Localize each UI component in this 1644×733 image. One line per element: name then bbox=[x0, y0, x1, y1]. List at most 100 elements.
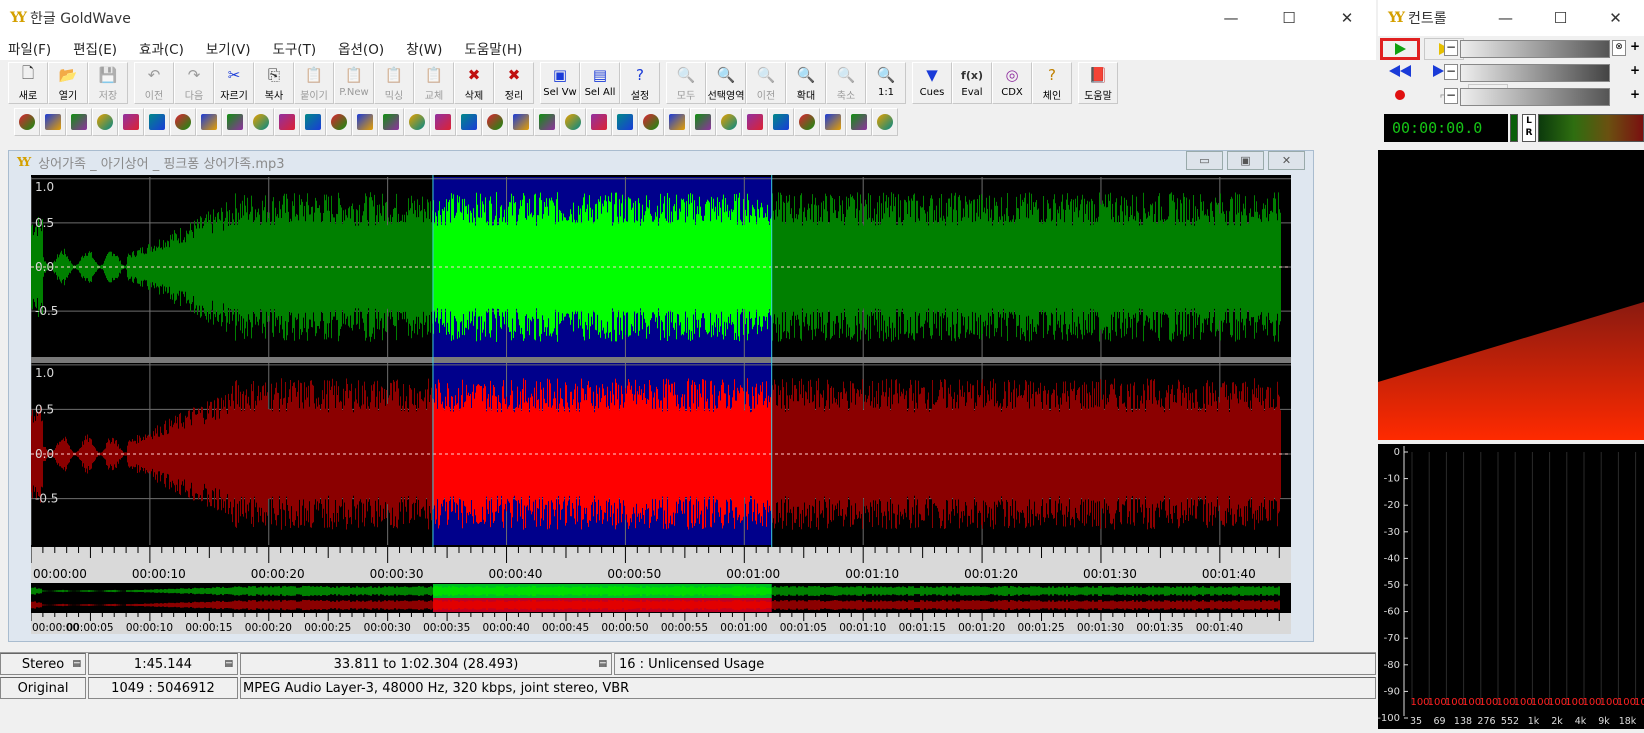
effect-button-2[interactable] bbox=[66, 108, 92, 136]
toolbar-button-cd[interactable]: ◎ CDX bbox=[992, 62, 1032, 104]
effect-button-8[interactable] bbox=[222, 108, 248, 136]
toolbar-button-zoom-1-1[interactable]: 🔍 1:1 bbox=[866, 62, 906, 104]
doc-restore-button[interactable]: ▣ bbox=[1227, 151, 1264, 170]
toolbar-button-zoom-in[interactable]: 🔍 확대 bbox=[786, 62, 826, 104]
speed-minus-button[interactable]: − bbox=[1444, 88, 1458, 104]
effect-button-24[interactable] bbox=[638, 108, 664, 136]
effect-button-12[interactable] bbox=[326, 108, 352, 136]
length-toggle-icon[interactable]: ▤ bbox=[224, 659, 233, 669]
toolbar-button-undo[interactable]: ↶ 이전 bbox=[134, 62, 174, 104]
effect-button-4[interactable] bbox=[118, 108, 144, 136]
record-icon bbox=[1395, 90, 1405, 100]
effect-button-9[interactable] bbox=[248, 108, 274, 136]
effect-button-32[interactable] bbox=[846, 108, 872, 136]
effect-icon bbox=[539, 114, 555, 130]
effect-button-10[interactable] bbox=[274, 108, 300, 136]
effect-button-1[interactable] bbox=[40, 108, 66, 136]
effect-button-29[interactable] bbox=[768, 108, 794, 136]
effect-button-17[interactable] bbox=[456, 108, 482, 136]
control-close-button[interactable]: ✕ bbox=[1588, 0, 1643, 36]
effect-button-18[interactable] bbox=[482, 108, 508, 136]
toolbar-button-eval[interactable]: f(x) Eval bbox=[952, 62, 992, 104]
effect-button-7[interactable] bbox=[196, 108, 222, 136]
toolbar-button-zoom-previous[interactable]: 🔍 이전 bbox=[746, 62, 786, 104]
effect-button-30[interactable] bbox=[794, 108, 820, 136]
effect-icon bbox=[305, 114, 321, 130]
toolbar-button-help-book[interactable]: 📕 도움말 bbox=[1078, 62, 1118, 104]
volume-slider[interactable] bbox=[1460, 40, 1610, 58]
effect-button-13[interactable] bbox=[352, 108, 378, 136]
doc-minimize-button[interactable]: ▭ bbox=[1186, 151, 1223, 170]
menu-item-3[interactable]: 보기(V) bbox=[206, 38, 251, 58]
toolbar-button-select-all[interactable]: ▤ Sel All bbox=[580, 62, 620, 104]
effect-button-33[interactable] bbox=[872, 108, 898, 136]
close-button[interactable]: ✕ bbox=[1318, 0, 1376, 36]
effect-button-15[interactable] bbox=[404, 108, 430, 136]
menu-item-1[interactable]: 편집(E) bbox=[73, 38, 117, 58]
speed-slider[interactable] bbox=[1460, 88, 1610, 106]
effect-button-22[interactable] bbox=[586, 108, 612, 136]
toolbar-button-replace[interactable]: 📋 교체 bbox=[414, 62, 454, 104]
menu-item-2[interactable]: 효과(C) bbox=[139, 38, 184, 58]
menu-item-0[interactable]: 파일(F) bbox=[8, 38, 51, 58]
effect-button-19[interactable] bbox=[508, 108, 534, 136]
balance-minus-button[interactable]: − bbox=[1444, 64, 1458, 80]
toolbar-button-set[interactable]: ? 설정 bbox=[620, 62, 660, 104]
volume-plus-button[interactable]: + bbox=[1628, 40, 1642, 56]
menu-item-7[interactable]: 도움말(H) bbox=[464, 38, 522, 58]
effect-button-3[interactable] bbox=[92, 108, 118, 136]
maximize-button[interactable]: ☐ bbox=[1260, 0, 1318, 36]
effect-button-20[interactable] bbox=[534, 108, 560, 136]
effect-button-23[interactable] bbox=[612, 108, 638, 136]
menu-item-5[interactable]: 옵션(O) bbox=[338, 38, 384, 58]
toolbar-button-copy[interactable]: ⎘ 복사 bbox=[254, 62, 294, 104]
control-maximize-button[interactable]: ☐ bbox=[1533, 0, 1588, 36]
toolbar-button-mix[interactable]: 📋 믹싱 bbox=[374, 62, 414, 104]
toolbar-label: 선택영역 bbox=[707, 91, 745, 102]
effect-button-28[interactable] bbox=[742, 108, 768, 136]
effect-button-0[interactable] bbox=[14, 108, 40, 136]
effect-button-11[interactable] bbox=[300, 108, 326, 136]
doc-close-button[interactable]: ✕ bbox=[1268, 151, 1305, 170]
toolbar-button-trim[interactable]: ✖ 정리 bbox=[494, 62, 534, 104]
play-button[interactable] bbox=[1380, 38, 1420, 60]
toolbar-button-open-folder[interactable]: 📂 열기 bbox=[48, 62, 88, 104]
toolbar-button-paste[interactable]: 📋 붙이기 bbox=[294, 62, 334, 104]
toolbar-button-zoom-out[interactable]: 🔍 축소 bbox=[826, 62, 866, 104]
toolbar-button-save[interactable]: 💾 저장 bbox=[88, 62, 128, 104]
toolbar-button-redo[interactable]: ↷ 다음 bbox=[174, 62, 214, 104]
selection-toggle-icon[interactable]: ▤ bbox=[598, 659, 607, 669]
volume-lock-icon[interactable]: ⊗ bbox=[1612, 40, 1626, 56]
control-minimize-button[interactable]: — bbox=[1478, 0, 1533, 36]
channels-toggle-icon[interactable]: ▤ bbox=[72, 659, 81, 669]
toolbar-button-zoom-selection[interactable]: 🔍 선택영역 bbox=[706, 62, 746, 104]
effect-button-27[interactable] bbox=[716, 108, 742, 136]
balance-slider[interactable] bbox=[1460, 64, 1610, 82]
toolbar-button-chain[interactable]: ? 체인 bbox=[1032, 62, 1072, 104]
toolbar-button-zoom-all[interactable]: 🔍 모두 bbox=[666, 62, 706, 104]
waveform-area[interactable]: 1.0 0.5 0.0 -0.5 1.0 0.5 0.0 -0.5 00:00:00 00:00:… bbox=[31, 175, 1291, 634]
menu-item-4[interactable]: 도구(T) bbox=[272, 38, 316, 58]
menu-item-6[interactable]: 창(W) bbox=[406, 38, 442, 58]
toolbar-button-delete[interactable]: ✖ 삭제 bbox=[454, 62, 494, 104]
balance-plus-button[interactable]: + bbox=[1628, 64, 1642, 80]
effect-button-5[interactable] bbox=[144, 108, 170, 136]
effect-button-26[interactable] bbox=[690, 108, 716, 136]
zoom-in-icon: 🔍 bbox=[796, 66, 816, 84]
minimize-button[interactable]: — bbox=[1202, 0, 1260, 36]
volume-minus-button[interactable]: − bbox=[1444, 40, 1458, 56]
toolbar-button-cues[interactable]: ▼ Cues bbox=[912, 62, 952, 104]
effect-button-31[interactable] bbox=[820, 108, 846, 136]
toolbar-button-select-view[interactable]: ▣ Sel Vw bbox=[540, 62, 580, 104]
effect-button-21[interactable] bbox=[560, 108, 586, 136]
effect-button-16[interactable] bbox=[430, 108, 456, 136]
toolbar-button-cut[interactable]: ✂ 자르기 bbox=[214, 62, 254, 104]
toolbar-button-paste-new[interactable]: 📋 P.New bbox=[334, 62, 374, 104]
speed-plus-button[interactable]: + bbox=[1628, 88, 1642, 104]
effect-button-6[interactable] bbox=[170, 108, 196, 136]
effect-button-25[interactable] bbox=[664, 108, 690, 136]
record-button[interactable] bbox=[1380, 84, 1420, 106]
rewind-button[interactable] bbox=[1380, 60, 1420, 82]
effect-button-14[interactable] bbox=[378, 108, 404, 136]
toolbar-button-new-file[interactable]: 🗋 새로 bbox=[8, 62, 48, 104]
